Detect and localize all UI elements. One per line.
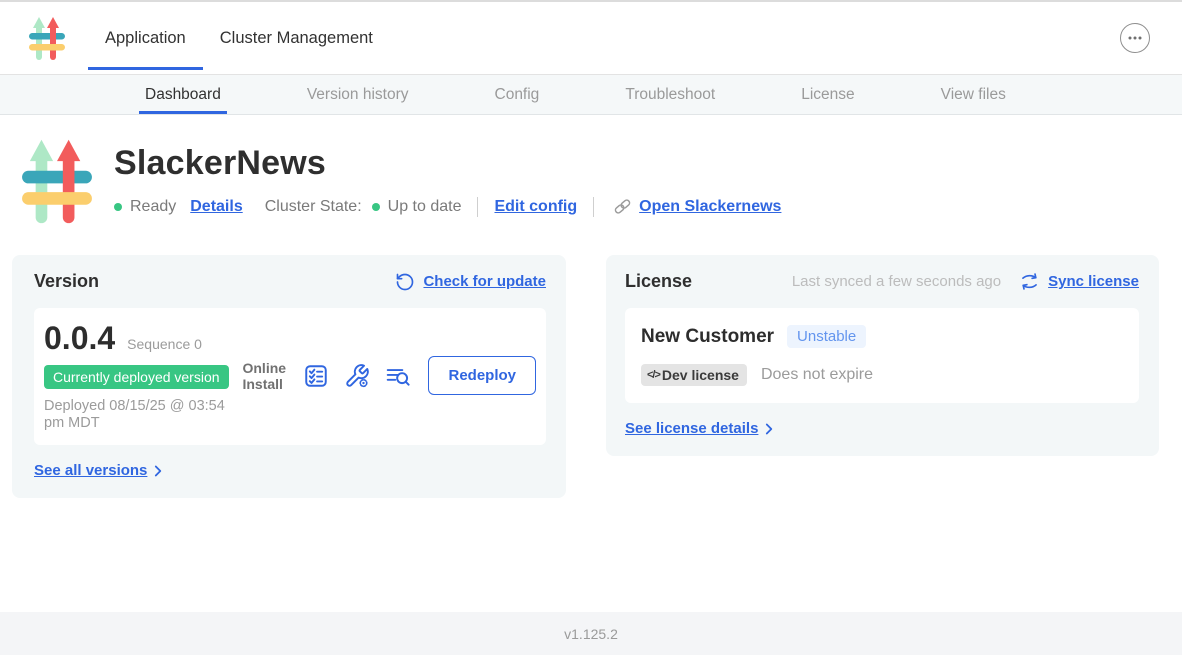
subnav-item-license[interactable]: License bbox=[795, 75, 860, 114]
cluster-state-text: Up to date bbox=[388, 198, 462, 216]
view-diff-button[interactable] bbox=[385, 363, 411, 389]
see-all-versions-group[interactable]: See all versions bbox=[34, 462, 163, 479]
license-type-label: Dev license bbox=[662, 367, 739, 383]
subnav-troubleshoot-label: Troubleshoot bbox=[625, 86, 715, 104]
wrench-gear-icon bbox=[344, 363, 370, 389]
app-status-row: Ready Details Cluster State: Up to date … bbox=[114, 196, 781, 217]
subnav-view-files-label: View files bbox=[941, 86, 1006, 104]
see-all-versions-link[interactable]: See all versions bbox=[34, 462, 147, 479]
subnav-item-view-files[interactable]: View files bbox=[935, 75, 1012, 114]
dashboard-cards: Version Check for update bbox=[12, 255, 1182, 498]
header-tabs: Application Cluster Management bbox=[88, 2, 390, 74]
version-card: Version Check for update bbox=[12, 255, 566, 498]
subnav-dashboard-label: Dashboard bbox=[145, 86, 221, 104]
preflight-checks-button[interactable] bbox=[303, 363, 329, 389]
page: Application Cluster Management Dashboard… bbox=[0, 0, 1182, 655]
ellipsis-icon bbox=[1127, 30, 1143, 46]
subnav-item-dashboard[interactable]: Dashboard bbox=[139, 75, 227, 114]
last-synced-text: Last synced a few seconds ago bbox=[792, 273, 1001, 290]
sync-license-link[interactable]: Sync license bbox=[1048, 273, 1139, 290]
more-menu-button[interactable] bbox=[1120, 23, 1150, 53]
subnav-item-version-history[interactable]: Version history bbox=[301, 75, 415, 114]
refresh-icon bbox=[395, 272, 415, 292]
subnav-item-troubleshoot[interactable]: Troubleshoot bbox=[619, 75, 721, 114]
divider bbox=[477, 197, 478, 217]
version-actions: Online Install bbox=[242, 356, 536, 395]
open-app-link[interactable]: Open Slackernews bbox=[639, 198, 781, 216]
sync-arrows-icon bbox=[1019, 271, 1040, 292]
current-version-panel: 0.0.4 Sequence 0 Currently deployed vers… bbox=[34, 308, 546, 445]
tab-application-label: Application bbox=[105, 29, 186, 48]
license-type-badge: </> Dev license bbox=[641, 364, 747, 386]
license-card-title: License bbox=[625, 271, 692, 292]
check-for-update-link[interactable]: Check for update bbox=[423, 273, 546, 290]
license-card: License Last synced a few seconds ago bbox=[606, 255, 1159, 456]
code-icon: </> bbox=[647, 369, 660, 381]
app-logo-icon bbox=[28, 13, 66, 63]
edit-config-link[interactable]: Edit config bbox=[494, 198, 577, 216]
tab-application[interactable]: Application bbox=[88, 2, 203, 74]
sync-license-group[interactable]: Sync license bbox=[1019, 271, 1139, 292]
checklist-icon bbox=[303, 363, 329, 389]
app-footer: v1.125.2 bbox=[0, 612, 1182, 655]
version-card-title: Version bbox=[34, 271, 99, 292]
cluster-state-label: Cluster State: bbox=[265, 198, 362, 216]
cluster-status-dot bbox=[372, 203, 380, 211]
divider bbox=[593, 197, 594, 217]
app-subnav: Dashboard Version history Config Trouble… bbox=[0, 75, 1182, 115]
chain-link-icon bbox=[612, 196, 633, 217]
page-title: SlackerNews bbox=[114, 144, 781, 183]
subnav-version-history-label: Version history bbox=[307, 86, 409, 104]
details-link[interactable]: Details bbox=[190, 198, 242, 216]
subnav-item-config[interactable]: Config bbox=[489, 75, 546, 114]
app-logo-large-icon bbox=[20, 132, 94, 229]
app-status-dot bbox=[114, 203, 122, 211]
lines-magnifier-icon bbox=[385, 363, 411, 389]
app-hero: SlackerNews Ready Details Cluster State:… bbox=[20, 132, 1182, 229]
app-status-text: Ready bbox=[130, 198, 176, 216]
open-app-link-group[interactable]: Open Slackernews bbox=[612, 196, 781, 217]
app-header: Application Cluster Management bbox=[0, 0, 1182, 75]
redeploy-button[interactable]: Redeploy bbox=[428, 356, 536, 395]
version-number: 0.0.4 bbox=[44, 320, 115, 357]
channel-badge: Unstable bbox=[787, 325, 866, 348]
license-expiration-text: Does not expire bbox=[761, 366, 873, 384]
chevron-right-icon bbox=[154, 464, 163, 478]
customer-name: New Customer bbox=[641, 326, 774, 348]
deployed-timestamp: Deployed 08/15/25 @ 03:54 pm MDT bbox=[44, 398, 242, 431]
version-info: 0.0.4 Sequence 0 Currently deployed vers… bbox=[44, 320, 242, 431]
tab-cluster-management[interactable]: Cluster Management bbox=[203, 2, 390, 74]
subnav-config-label: Config bbox=[495, 86, 540, 104]
tab-cluster-management-label: Cluster Management bbox=[220, 29, 373, 48]
license-detail-panel: New Customer Unstable </> Dev license Do… bbox=[625, 308, 1139, 403]
subnav-license-label: License bbox=[801, 86, 854, 104]
deployed-status-badge: Currently deployed version bbox=[44, 365, 229, 389]
version-sequence: Sequence 0 bbox=[127, 336, 202, 352]
console-version-text: v1.125.2 bbox=[564, 626, 618, 642]
check-for-update-group[interactable]: Check for update bbox=[395, 272, 546, 292]
chevron-right-icon bbox=[765, 422, 774, 436]
main-content: SlackerNews Ready Details Cluster State:… bbox=[0, 115, 1182, 612]
install-type-label: Online Install bbox=[242, 360, 288, 392]
see-license-details-link[interactable]: See license details bbox=[625, 420, 758, 437]
edit-config-icon-button[interactable] bbox=[344, 363, 370, 389]
see-license-details-group[interactable]: See license details bbox=[625, 420, 774, 437]
